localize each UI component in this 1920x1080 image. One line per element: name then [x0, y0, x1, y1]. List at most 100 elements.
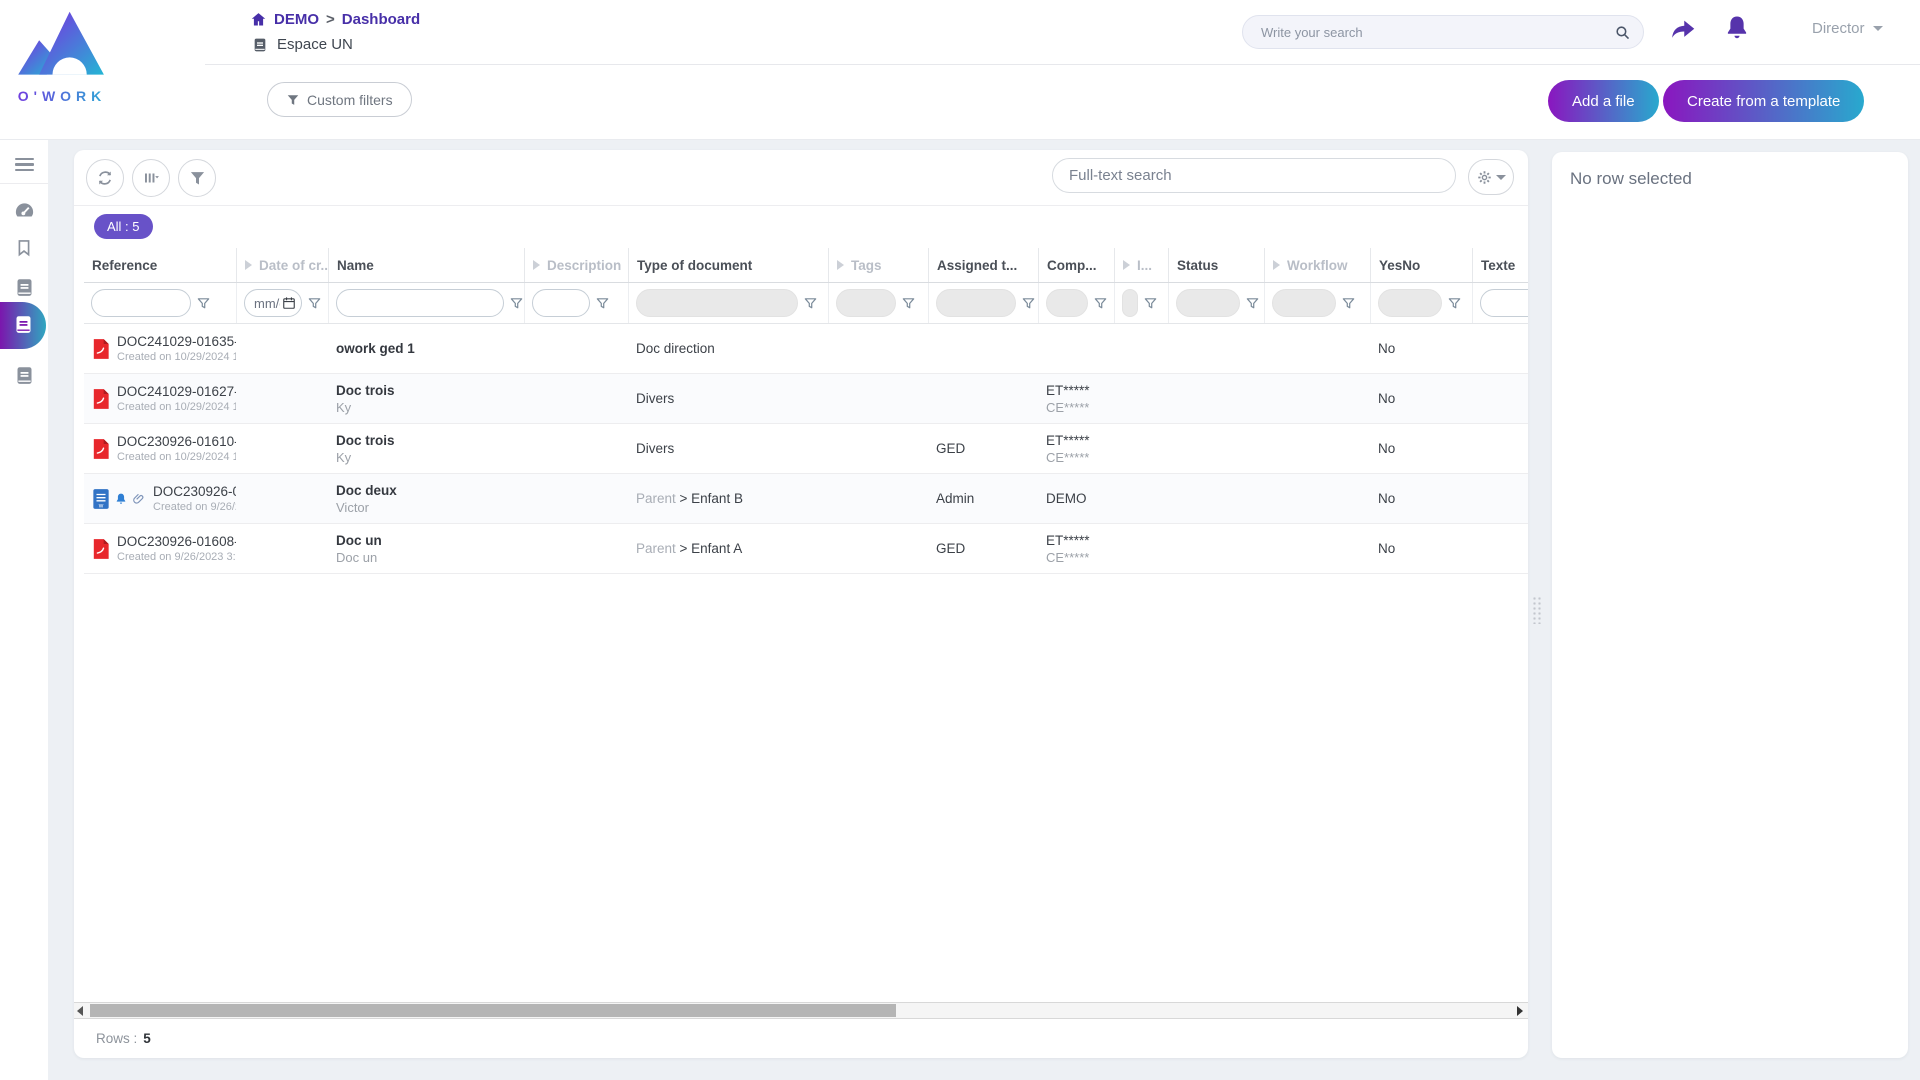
filter-input-name[interactable]	[337, 290, 503, 316]
table-row[interactable]: DOC241029-01627-0Created on 10/29/2024 1…	[84, 374, 1528, 424]
gear-icon	[1476, 169, 1493, 186]
column-header-status[interactable]: Status	[1168, 248, 1264, 282]
column-header-type[interactable]: Type of document	[628, 248, 828, 282]
column-header-company[interactable]: Comp...	[1038, 248, 1114, 282]
table-row[interactable]: wDOC230926-01609-0Created on 9/26/2023 3…	[84, 474, 1528, 524]
share-forward-icon[interactable]	[1668, 15, 1698, 45]
notifications-bell-icon[interactable]	[1722, 13, 1752, 43]
filter-input-workflow-disabled	[1272, 289, 1336, 317]
cell-date	[236, 324, 328, 373]
calendar-icon[interactable]	[282, 296, 296, 310]
custom-filters-button[interactable]: Custom filters	[267, 82, 412, 117]
tab-all-count-badge[interactable]: All : 5	[94, 214, 153, 239]
scroll-right-arrow-icon[interactable]	[1517, 1006, 1523, 1016]
grid-body: DOC241029-01635-0Created on 10/29/2024 1…	[84, 324, 1528, 574]
scroll-left-arrow-icon[interactable]	[77, 1006, 83, 1016]
cell-workflow	[1264, 324, 1370, 373]
column-header-tags[interactable]: Tags	[828, 248, 928, 282]
cell-workflow	[1264, 474, 1370, 523]
cell-status	[1168, 524, 1264, 573]
column-header-name[interactable]: Name	[328, 248, 524, 282]
filter-funnel-icon[interactable]	[1245, 296, 1260, 311]
sidebar-item-space-active[interactable]	[0, 302, 46, 349]
filter-input-reference	[91, 289, 191, 317]
filter-funnel-icon[interactable]	[1021, 296, 1036, 311]
filter-funnel-icon	[189, 170, 206, 187]
role-dropdown[interactable]: Director	[1812, 20, 1883, 37]
column-header-reference[interactable]: Reference	[84, 248, 236, 282]
cell-company: ET*****CE*****	[1038, 424, 1114, 473]
add-file-button[interactable]: Add a file	[1548, 80, 1659, 122]
role-label: Director	[1812, 20, 1865, 37]
created-date: Created on 10/29/2024 10:24:21 PM	[117, 401, 236, 413]
sidebar-item-space-1[interactable]	[0, 267, 48, 307]
filter-button[interactable]	[178, 159, 216, 197]
cell-tags	[828, 474, 928, 523]
global-search-input[interactable]	[1261, 25, 1614, 40]
filter-funnel-icon[interactable]	[595, 296, 610, 311]
assigned-to: Admin	[936, 491, 974, 506]
cell-assigned	[928, 374, 1038, 423]
space-row: Espace UN	[252, 36, 353, 53]
grid-header-row: ReferenceDate of cr...NameDescriptionTyp…	[84, 248, 1528, 283]
breadcrumb-current[interactable]: Dashboard	[342, 11, 420, 28]
bell-icon	[114, 492, 128, 506]
sidebar-item-space-2[interactable]	[0, 355, 48, 395]
horizontal-scrollbar[interactable]	[74, 1002, 1528, 1019]
breadcrumb-root[interactable]: DEMO	[274, 11, 319, 28]
reference-value: DOC230926-01610-3	[117, 434, 236, 449]
panel-resize-grip[interactable]	[1532, 596, 1542, 624]
toolbar-divider	[74, 205, 1528, 206]
filter-funnel-icon[interactable]	[1341, 296, 1356, 311]
column-header-yesno[interactable]: YesNo	[1370, 248, 1472, 282]
filter-funnel-icon[interactable]	[1093, 296, 1108, 311]
filter-input-reference[interactable]	[92, 290, 190, 316]
cell-assigned: Admin	[928, 474, 1038, 523]
document-type: Divers	[636, 441, 674, 456]
filter-input-company-disabled	[1046, 289, 1088, 317]
column-header-description[interactable]: Description	[524, 248, 628, 282]
global-search	[1242, 15, 1644, 49]
cell-company	[1038, 324, 1114, 373]
search-icon[interactable]	[1614, 24, 1631, 41]
rows-value: 5	[143, 1031, 151, 1046]
created-date: Created on 10/29/2024 10:21:41 PM	[117, 451, 236, 463]
create-from-template-button[interactable]: Create from a template	[1663, 80, 1864, 122]
column-header-workflow[interactable]: Workflow	[1264, 248, 1370, 282]
documents-grid: ReferenceDate of cr...NameDescriptionTyp…	[84, 248, 1528, 1002]
no-row-selected-text: No row selected	[1552, 152, 1908, 206]
filter-funnel-icon[interactable]	[509, 296, 524, 311]
filter-funnel-icon[interactable]	[307, 296, 322, 311]
sidebar-menu-toggle[interactable]	[0, 146, 48, 184]
filter-funnel-icon[interactable]	[901, 296, 916, 311]
column-header-assigned[interactable]: Assigned t...	[928, 248, 1038, 282]
column-header-i[interactable]: I...	[1114, 248, 1168, 282]
filter-funnel-icon[interactable]	[1447, 296, 1462, 311]
filter-input-texte[interactable]	[1481, 290, 1528, 316]
refresh-button[interactable]	[86, 159, 124, 197]
cell-i	[1114, 524, 1168, 573]
filter-input-description[interactable]	[533, 290, 589, 316]
sidebar-item-dashboard[interactable]	[0, 190, 48, 230]
fulltext-search-input[interactable]	[1069, 167, 1439, 184]
chevron-down-icon	[1873, 26, 1883, 31]
column-chooser-button[interactable]	[132, 159, 170, 197]
grid-settings-button[interactable]	[1468, 159, 1514, 195]
sidebar-item-bookmarks[interactable]	[0, 228, 48, 268]
filter-funnel-icon[interactable]	[1143, 296, 1158, 311]
cell-date	[236, 524, 328, 573]
table-row[interactable]: DOC241029-01635-0Created on 10/29/2024 1…	[84, 324, 1528, 374]
company-value: ET*****	[1046, 433, 1090, 448]
sort-arrow-icon	[1273, 260, 1280, 270]
table-row[interactable]: DOC230926-01610-3 Created on 10/29/2024 1…	[84, 424, 1528, 474]
table-row[interactable]: DOC230926-01608-0Created on 9/26/2023 3:…	[84, 524, 1528, 574]
column-header-date[interactable]: Date of cr...	[236, 248, 328, 282]
home-icon[interactable]	[250, 11, 267, 28]
filter-date-input-date[interactable]: mm/d	[244, 289, 302, 317]
filter-funnel-icon[interactable]	[196, 296, 211, 311]
sort-arrow-icon	[533, 260, 540, 270]
filter-funnel-icon[interactable]	[803, 296, 818, 311]
scrollbar-thumb[interactable]	[90, 1004, 896, 1017]
column-header-texte[interactable]: Texte	[1472, 248, 1528, 282]
filter-cell-name	[328, 283, 524, 323]
